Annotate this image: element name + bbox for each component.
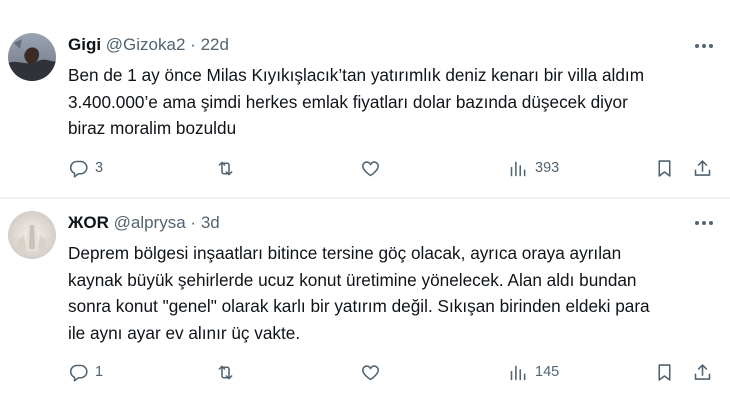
share-icon [694, 159, 711, 176]
like-icon [361, 160, 380, 176]
share-button[interactable] [692, 156, 713, 180]
views-button[interactable]: 145 [508, 360, 559, 384]
tweet-actions: 1 145 [68, 360, 718, 384]
reply-icon [69, 364, 88, 382]
like-button[interactable] [360, 360, 381, 384]
timestamp[interactable]: 22d [201, 35, 229, 54]
tweet-text-line: biraz moralim bozuldu [68, 118, 237, 138]
bookmark-icon [658, 159, 671, 177]
avatar-image [8, 211, 56, 259]
tweet-text-line: Deprem bölgesi inşaatları bitince tersin… [68, 243, 622, 263]
more-options-icon [695, 44, 713, 48]
more-options-button[interactable] [692, 213, 716, 233]
reply-button[interactable]: 1 [68, 360, 103, 384]
views-button[interactable]: 393 [508, 156, 559, 180]
like-icon [361, 364, 380, 380]
tweet-text-line: ile aynı ayar ev alınır üç vakte. [68, 322, 301, 343]
retweet-icon [218, 365, 233, 379]
tweet-text-line: Ben de 1 ay önce Milas Kıyıkışlacık’tan … [68, 65, 645, 85]
view-count: 145 [535, 364, 560, 380]
share-icon [694, 363, 711, 380]
author-name[interactable]: Gigi [68, 35, 101, 54]
tweet-header: Gigi @Gizoka2 · 22d [68, 34, 229, 56]
tweet-actions: 3 393 [68, 156, 718, 180]
author-name[interactable]: ЖOR [68, 213, 109, 232]
more-options-icon [695, 221, 713, 225]
share-button[interactable] [692, 360, 713, 384]
retweet-button[interactable] [215, 156, 236, 180]
bookmark-button[interactable] [654, 156, 675, 180]
retweet-icon [218, 161, 233, 175]
bookmark-icon [658, 363, 671, 381]
author-handle[interactable]: @Gizoka2 [106, 35, 186, 54]
reply-icon [69, 160, 88, 178]
avatar[interactable] [8, 33, 56, 81]
reply-count: 1 [95, 364, 104, 380]
reply-count: 3 [95, 160, 104, 176]
separator-dot: · [190, 213, 197, 232]
more-options-button[interactable] [692, 36, 716, 56]
views-icon [510, 161, 526, 176]
tweet-text-line: kaynak büyük şehirlerde ucuz konut üreti… [68, 269, 637, 290]
tweet-text: Deprem bölgesi inşaatları bitince tersin… [68, 240, 718, 346]
avatar[interactable] [8, 211, 56, 259]
timestamp[interactable]: 3d [201, 213, 220, 232]
tweet-text: Ben de 1 ay önce Milas Kıyıkışlacık’tan … [68, 62, 718, 142]
tweet-text-line: 3.400.000’e ama şimdi herkes emlak fiyat… [68, 91, 628, 112]
tweet-divider [0, 198, 730, 199]
retweet-button[interactable] [215, 360, 236, 384]
view-count: 393 [535, 160, 560, 176]
separator-dot: · [190, 35, 196, 54]
tweet-header: ЖOR @alprysa · 3d [68, 212, 220, 234]
avatar-image [8, 33, 56, 81]
author-handle[interactable]: @alprysa [114, 213, 186, 232]
views-icon [510, 365, 526, 380]
bookmark-button[interactable] [654, 360, 675, 384]
tweet-text-line: sonra konut "genel" olarak karlı bir yat… [68, 296, 650, 316]
like-button[interactable] [360, 156, 381, 180]
reply-button[interactable]: 3 [68, 156, 103, 180]
